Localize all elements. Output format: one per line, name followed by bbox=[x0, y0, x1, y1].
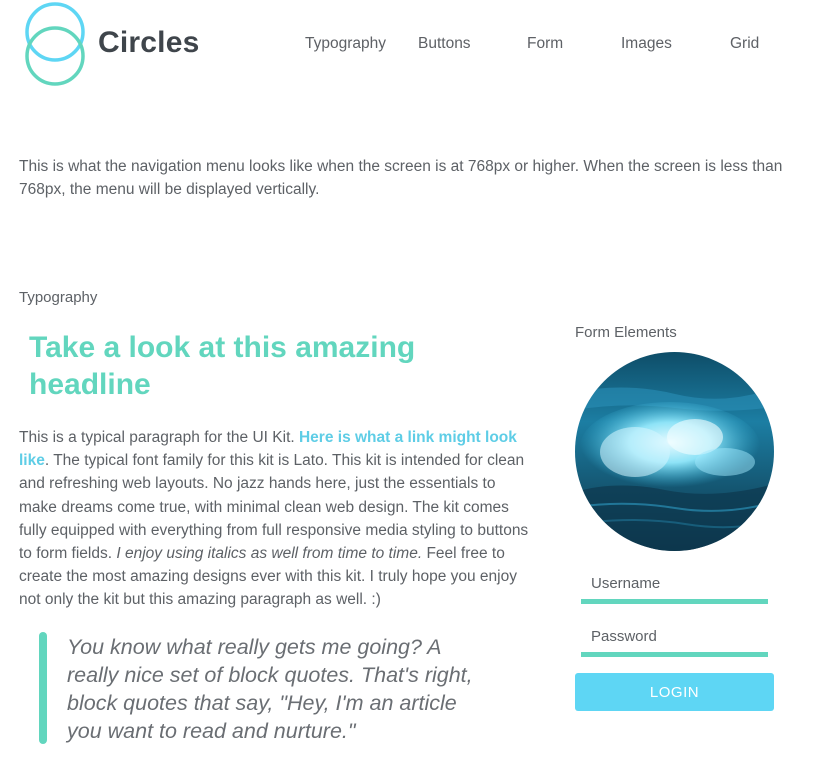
nav-item-typography[interactable]: Typography bbox=[305, 35, 386, 53]
nav-item-grid[interactable]: Grid bbox=[730, 35, 759, 53]
nav-item-images[interactable]: Images bbox=[621, 35, 672, 53]
blockquote: You know what really gets me going? A re… bbox=[67, 635, 473, 743]
main-navigation: Typography Buttons Form Images Grid bbox=[0, 35, 816, 57]
login-button[interactable]: LOGIN bbox=[575, 673, 774, 711]
body-paragraph: This is a typical paragraph for the UI K… bbox=[19, 426, 529, 612]
paragraph-italic-text: I enjoy using italics as well from time … bbox=[116, 545, 423, 563]
username-field[interactable] bbox=[581, 568, 768, 604]
headline: Take a look at this amazing headline bbox=[29, 331, 416, 401]
blockquote-accent-bar bbox=[39, 632, 47, 744]
nav-item-buttons[interactable]: Buttons bbox=[418, 35, 471, 53]
form-section-label: Form Elements bbox=[575, 324, 677, 341]
ocean-wave-photo bbox=[575, 352, 774, 551]
password-field[interactable] bbox=[581, 621, 768, 657]
intro-text: This is what the navigation menu looks l… bbox=[19, 158, 783, 198]
typography-section-label: Typography bbox=[19, 289, 98, 306]
nav-item-form[interactable]: Form bbox=[527, 35, 563, 53]
paragraph-text: This is a typical paragraph for the UI K… bbox=[19, 429, 299, 446]
